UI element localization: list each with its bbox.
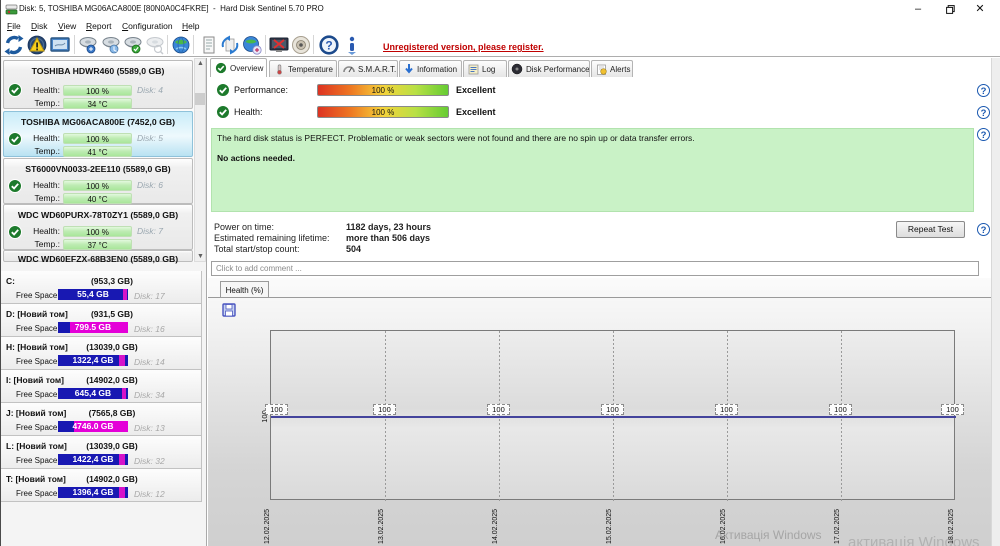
svg-text:?: ? (325, 39, 332, 53)
